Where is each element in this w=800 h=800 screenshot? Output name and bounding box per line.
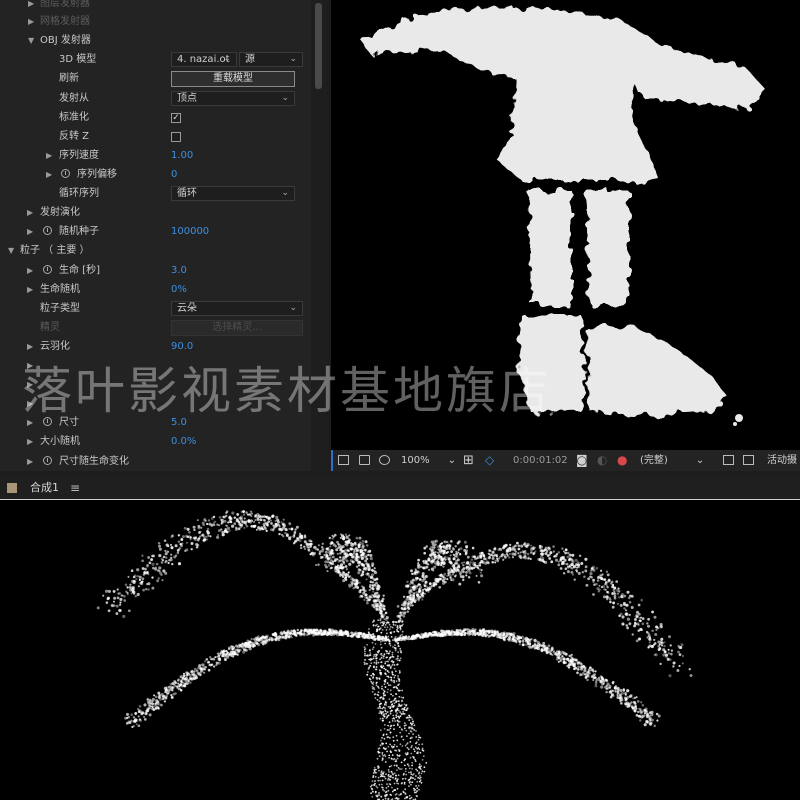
region-icon[interactable]	[723, 455, 734, 465]
invert-z-checkbox[interactable]	[171, 132, 181, 142]
model-source-dropdown[interactable]: 源 ⌄	[239, 52, 303, 67]
grid-guides-icon[interactable]: ⊞	[463, 450, 474, 471]
row-3d-model: 3D 模型 4. nazai.ot ⌄ 源 ⌄	[0, 50, 310, 69]
stopwatch-icon[interactable]	[43, 265, 52, 274]
twirl-open-icon[interactable]: ▼	[8, 241, 14, 260]
timecode[interactable]: 0:00:01:02	[513, 450, 568, 471]
row-size-random[interactable]: ▶ 大小随机 0.0%	[0, 432, 310, 451]
display-icon[interactable]	[359, 455, 370, 465]
twirl-closed-icon[interactable]: ▶	[27, 452, 33, 471]
particle-fountain-svg	[96, 510, 693, 800]
chevron-down-icon: ⌄	[281, 188, 289, 198]
composition-tab-label[interactable]: 合成1	[30, 477, 59, 499]
checkerboard-icon[interactable]	[743, 455, 754, 465]
twirl-closed-icon[interactable]: ▶	[27, 261, 33, 280]
twirl-closed-icon[interactable]: ▶	[27, 280, 33, 299]
choose-sprite-button[interactable]: 选择精灵...	[171, 320, 303, 336]
normalize-checkbox[interactable]: ✓	[171, 113, 181, 123]
snapshot-icon[interactable]: ◙	[576, 450, 588, 471]
row-particle-type: 粒子类型 云朵 ⌄	[0, 299, 310, 318]
chevron-down-icon: ⌄	[289, 54, 297, 64]
viewer-toolbar: 100% ⌄ ⊞ ◇ 0:00:01:02 ◙ ◐ ● (完整) ⌄ 活动摄	[331, 450, 800, 471]
row-life-random[interactable]: ▶ 生命随机 0%	[0, 280, 310, 299]
life-random-value[interactable]: 0%	[171, 280, 187, 299]
show-snapshot-icon[interactable]: ◐	[597, 450, 607, 471]
active-camera-dropdown[interactable]: 活动摄	[767, 450, 797, 471]
row-random-seed[interactable]: ▶ 随机种子 100000	[0, 222, 310, 241]
size-random-value[interactable]: 0.0%	[171, 432, 196, 451]
row-emit-from: 发射从 顶点 ⌄	[0, 89, 310, 108]
row-emitter-evolution[interactable]: ▶ 发射演化	[0, 203, 310, 222]
channel-icon[interactable]: ●	[617, 450, 627, 471]
region-of-interest-icon[interactable]	[338, 455, 349, 465]
chevron-down-icon: ⌄	[289, 303, 297, 313]
stopwatch-icon[interactable]	[43, 226, 52, 235]
row-normalize: 标准化 ✓	[59, 112, 181, 123]
chevron-down-icon: ⌄	[223, 54, 231, 64]
chevron-down-icon: ⌄	[695, 455, 705, 466]
reload-model-button[interactable]: 重载模型	[171, 71, 295, 87]
row-sequence-speed[interactable]: ▶ 序列速度 1.00	[0, 146, 310, 165]
composition-color-label	[7, 483, 17, 493]
row-invert-z: 反转 Z	[0, 127, 310, 146]
row-life[interactable]: ▶ 生命 [秒] 3.0	[0, 261, 310, 280]
twirl-open-icon[interactable]: ▼	[28, 31, 34, 50]
resolution-dropdown[interactable]: (完整) ⌄	[640, 450, 704, 471]
twirl-closed-icon[interactable]: ▶	[28, 12, 34, 31]
menu-icon[interactable]: ≡	[70, 477, 80, 499]
particle-type-dropdown[interactable]: 云朵 ⌄	[171, 301, 303, 316]
composition-tab[interactable]: 合成1 ≡	[0, 477, 800, 500]
row-size-over-life[interactable]: ▶ 尺寸随生命变化	[0, 452, 310, 471]
twirl-closed-icon[interactable]: ▶	[46, 146, 52, 165]
sequence-offset-value[interactable]: 0	[171, 165, 177, 184]
random-seed-value[interactable]: 100000	[171, 222, 209, 241]
sequence-speed-value[interactable]: 1.00	[171, 146, 193, 165]
twirl-closed-icon[interactable]: ▶	[27, 203, 33, 222]
row-sprite: 精灵 选择精灵...	[0, 318, 310, 337]
emit-from-dropdown[interactable]: 顶点 ⌄	[171, 91, 295, 106]
chevron-down-icon: ⌄	[281, 93, 289, 103]
twirl-closed-icon[interactable]: ▶	[27, 432, 33, 451]
row-sequence-offset[interactable]: ▶ 序列偏移 0	[0, 165, 310, 184]
mask-visibility-icon[interactable]	[379, 455, 390, 465]
model-layer-dropdown[interactable]: 4. nazai.ot ⌄	[171, 52, 237, 67]
watermark-text: 落叶影视素材基地旗店	[22, 362, 552, 420]
row-refresh: 刷新 重载模型	[0, 69, 310, 88]
particle-fountain-render	[0, 500, 800, 800]
transparency-grid-icon[interactable]: ◇	[485, 450, 494, 471]
loop-sequence-dropdown[interactable]: 循环 ⌄	[171, 186, 295, 201]
twirl-closed-icon[interactable]: ▶	[46, 165, 52, 184]
scrollbar-thumb[interactable]	[315, 3, 322, 89]
stopwatch-icon[interactable]	[61, 169, 70, 178]
life-value[interactable]: 3.0	[171, 261, 187, 280]
stopwatch-icon[interactable]	[43, 456, 52, 465]
row-grid-emitter[interactable]: ▶ 网格发射器	[0, 12, 310, 31]
twirl-closed-icon[interactable]: ▶	[27, 222, 33, 241]
row-particle-master[interactable]: ▼ 粒子 （ 主要 ）	[0, 241, 310, 260]
row-obj-emitter[interactable]: ▼ OBJ 发射器	[0, 31, 310, 50]
zoom-dropdown[interactable]: 100% ⌄	[401, 450, 456, 471]
row-loop-sequence: 循环序列 循环 ⌄	[0, 184, 310, 203]
chevron-down-icon: ⌄	[447, 455, 456, 466]
